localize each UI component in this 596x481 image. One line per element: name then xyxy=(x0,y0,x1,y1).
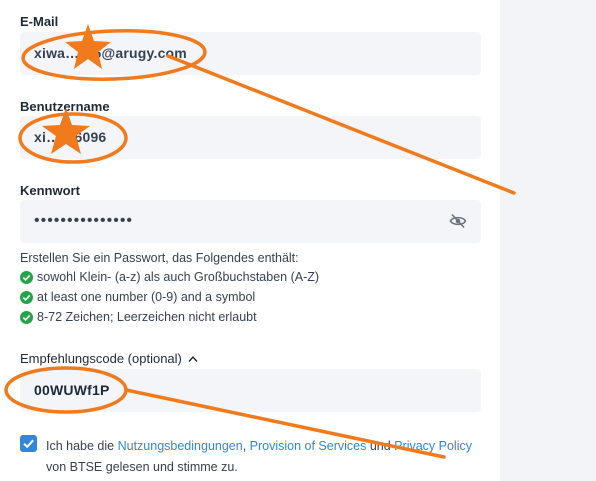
requirement-text: at least one number (0-9) and a symbol xyxy=(37,290,256,304)
email-label: E-Mail xyxy=(20,14,59,29)
requirement-item: at least one number (0-9) and a symbol xyxy=(20,290,255,304)
check-circle-icon xyxy=(20,270,33,284)
check-circle-icon xyxy=(20,290,33,304)
chevron-up-icon xyxy=(188,355,198,362)
password-field[interactable]: ••••••••••••••• xyxy=(20,200,481,243)
requirement-item: sowohl Klein- (a-z) als auch Großbuchsta… xyxy=(20,270,319,284)
password-hint: Erstellen Sie ein Passwort, das Folgende… xyxy=(20,251,299,265)
referral-label: Empfehlungscode (optional) xyxy=(20,351,182,366)
terms-of-use-link[interactable]: Nutzungsbedingungen xyxy=(118,439,243,453)
password-label: Kennwort xyxy=(20,183,80,198)
terms-prefix: Ich habe die xyxy=(46,439,118,453)
referral-code-value: 00WUWf1P xyxy=(34,382,110,398)
terms-text: Ich habe die Nutzungsbedingungen, Provis… xyxy=(46,436,486,478)
requirement-text: sowohl Klein- (a-z) als auch Großbuchsta… xyxy=(37,270,320,284)
email-value: xiwa……6@arugy.com xyxy=(34,45,187,61)
privacy-policy-link[interactable]: Privacy Policy xyxy=(394,439,472,453)
signup-form: E-Mail xiwa……6@arugy.com Benutzername xi… xyxy=(0,0,500,481)
terms-suffix: von BTSE gelesen und stimme zu. xyxy=(46,460,238,474)
terms-sep: und xyxy=(366,439,395,453)
requirement-text: 8-72 Zeichen; Leerzeichen nicht erlaubt xyxy=(37,310,257,324)
referral-code-field[interactable]: 00WUWf1P xyxy=(20,369,481,412)
checkmark-icon xyxy=(23,439,34,449)
username-label: Benutzername xyxy=(20,99,110,114)
eye-slash-icon[interactable] xyxy=(449,213,467,229)
terms-checkbox[interactable] xyxy=(20,435,37,452)
terms-sep: , xyxy=(242,439,250,453)
username-value: xi……6096 xyxy=(34,129,107,145)
password-value: ••••••••••••••• xyxy=(34,212,134,229)
email-field[interactable]: xiwa……6@arugy.com xyxy=(20,32,481,75)
requirement-item: 8-72 Zeichen; Leerzeichen nicht erlaubt xyxy=(20,310,257,324)
provision-of-services-link[interactable]: Provision of Services xyxy=(250,439,367,453)
referral-toggle[interactable]: Empfehlungscode (optional) xyxy=(20,351,198,366)
check-circle-icon xyxy=(20,310,33,324)
username-field[interactable]: xi……6096 xyxy=(20,116,481,159)
right-panel xyxy=(500,0,596,481)
